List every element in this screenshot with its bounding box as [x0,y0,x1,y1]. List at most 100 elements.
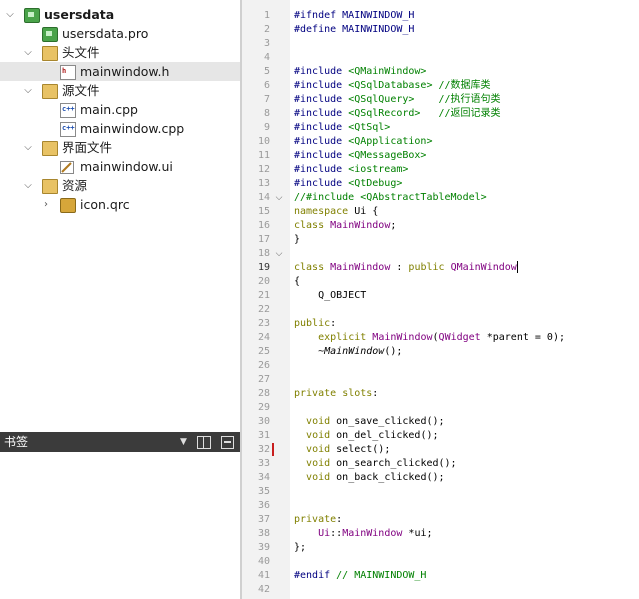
code-line[interactable]: #include <QSqlQuery> //执行语句类 [294,93,501,107]
tree-item[interactable]: ⌵ 界面文件 [0,138,240,157]
code-line[interactable]: #include <QMessageBox> [294,149,426,163]
tree-item[interactable]: ⌵ 头文件 [0,43,240,62]
code-token: }; [294,542,307,553]
line-number: 40 [257,556,270,567]
code-line[interactable]: class MainWindow; [294,219,396,233]
tree-item[interactable]: usersdata.pro [0,24,240,43]
tree-item[interactable]: c++ main.cpp [0,100,240,119]
code-editor[interactable]: #ifndef MAINWINDOW_H #define MAINWINDOW_H… [290,0,639,599]
code-line[interactable]: private: [294,513,342,527]
code-token: #include [294,122,349,133]
change-marker [272,443,274,456]
code-line[interactable]: namespace Ui { [294,205,378,219]
code-token: class [294,262,325,273]
split-view-icon[interactable] [197,436,211,449]
code-token: #endif [294,570,331,581]
header-file-icon: h [60,65,76,80]
chevron-right-icon[interactable]: › [40,195,52,214]
code-token: QMainWindow [450,262,517,273]
tree-item-label: mainwindow.cpp [80,121,185,136]
code-line[interactable]: #include <iostream> [294,163,408,177]
tree-item[interactable]: › icon.qrc [0,195,240,214]
tree-item-label: main.cpp [80,102,138,117]
chevron-down-icon[interactable]: ⌵ [22,81,34,100]
code-token: on_save_clicked(); [330,416,445,427]
line-number: 9 [263,122,270,133]
code-token: #include [294,108,349,119]
code-line[interactable]: { [294,275,300,289]
tree-item[interactable]: mainwindow.ui [0,157,240,176]
code-line[interactable]: #include <QApplication> [294,135,432,149]
code-line[interactable]: public: [294,317,336,331]
code-token: //执行语句类 [414,94,501,105]
tree-item[interactable]: ⌵ usersdata [0,5,240,24]
bookmarks-dropdown-icon[interactable]: ▼ [180,432,187,452]
ui-file-icon [60,160,74,174]
code-line[interactable]: void on_back_clicked(); [294,471,444,485]
tree-item-label: 源文件 [62,83,100,98]
code-line[interactable]: #include <QtSql> [294,121,390,135]
close-panel-icon[interactable] [221,436,234,449]
line-number-gutter[interactable]: 1 2 3 4 5 6 7 8 9 10 11 12 13 14 ⌵ 15 16 17 18 ⌵ 19 20 21 22 23 2… [242,0,290,599]
code-token: private [294,388,337,399]
code-line[interactable]: #endif // MAINWINDOW_H [294,569,426,583]
code-line[interactable]: #include <QSqlRecord> //返回记录类 [294,107,501,121]
line-number: 17 [257,234,270,245]
code-token: //#include <QAbstractTableModel> [294,192,487,203]
code-token: #include [294,150,349,161]
line-number: 37 [257,514,270,525]
code-line[interactable]: #ifndef MAINWINDOW_H [294,9,414,23]
code-token: Ui { [348,206,379,217]
tree-item-label: usersdata.pro [62,26,149,41]
code-line[interactable]: private slots: [294,387,378,401]
line-number: 24 [257,332,270,343]
code-token: : [390,262,409,273]
code-line[interactable]: ~MainWindow(); [294,345,402,359]
tree-item[interactable]: h mainwindow.h [0,62,240,81]
line-number: 21 [257,290,270,301]
code-line[interactable]: #include <QMainWindow> [294,65,426,79]
code-token: public [294,318,331,329]
code-line[interactable]: void on_del_clicked(); [294,429,438,443]
fold-toggle-icon[interactable]: ⌵ [274,247,284,261]
code-line[interactable]: void select(); [294,443,390,457]
code-line[interactable]: void on_search_clicked(); [294,457,457,471]
qt-project-icon [24,8,40,23]
code-line[interactable]: Ui::MainWindow *ui; [294,527,432,541]
code-token: *parent = 0); [480,332,565,343]
chevron-down-icon[interactable]: ⌵ [22,138,34,157]
code-line[interactable]: } [294,233,300,247]
code-line[interactable]: void on_save_clicked(); [294,415,445,429]
code-token: : [372,388,379,399]
code-line[interactable]: //#include <QAbstractTableModel> [294,191,487,205]
code-line[interactable]: class MainWindow : public QMainWindow [294,261,518,275]
bookmarks-title: 书签 [4,435,29,449]
project-tree[interactable]: ⌵ usersdata usersdata.pro ⌵ 头文件 h mainwindow.h… [0,0,240,432]
fold-toggle-icon[interactable]: ⌵ [274,191,284,205]
tree-item[interactable]: ⌵ 源文件 [0,81,240,100]
tree-item[interactable]: ⌵ 资源 [0,176,240,195]
tree-item[interactable]: c++ mainwindow.cpp [0,119,240,138]
line-number: 34 [257,472,270,483]
code-token: #define MAINWINDOW_H [294,24,415,35]
code-line[interactable]: }; [294,541,306,555]
code-line[interactable]: #include <QSqlDatabase> //数据库类 [294,79,491,93]
pro-file-icon [42,27,58,42]
code-line[interactable]: #define MAINWINDOW_H [294,23,414,37]
code-line[interactable]: #include <QtDebug> [294,177,402,191]
code-line[interactable]: Q_OBJECT [294,289,366,303]
bookmarks-list[interactable] [0,452,240,599]
code-token: ~ [294,346,325,357]
code-token: QWidget [438,332,481,343]
chevron-down-icon[interactable]: ⌵ [4,5,16,24]
code-token: MainWindow [330,262,391,273]
code-line[interactable]: explicit MainWindow(QWidget *parent = 0)… [294,331,565,345]
line-number: 42 [257,584,270,595]
line-number: 15 [257,206,270,217]
chevron-down-icon[interactable]: ⌵ [22,43,34,62]
code-token: ; [390,220,397,231]
chevron-down-icon[interactable]: ⌵ [22,176,34,195]
tree-item-label: mainwindow.h [80,64,170,79]
